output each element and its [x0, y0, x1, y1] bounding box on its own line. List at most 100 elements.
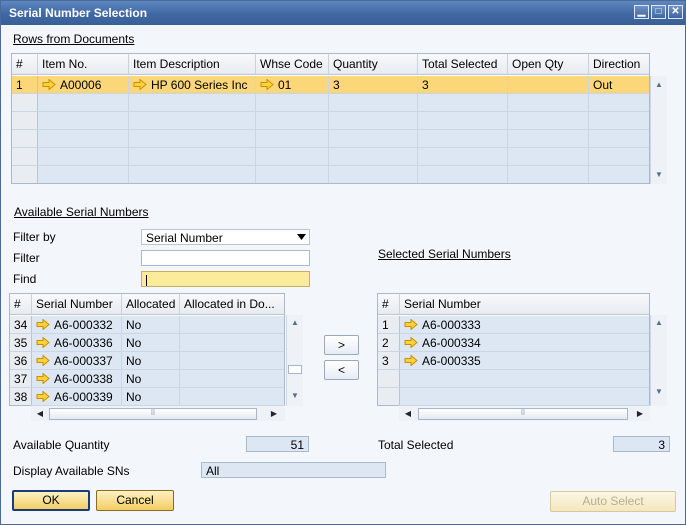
allocated-in-doc-cell[interactable]	[180, 334, 284, 352]
cancel-button[interactable]: Cancel	[96, 490, 174, 511]
empty-cell[interactable]	[129, 166, 256, 183]
allocated-cell[interactable]: No	[122, 352, 180, 370]
serial-number-cell[interactable]: A6-000337	[32, 352, 122, 370]
item-no-cell[interactable]: A00006	[38, 76, 129, 94]
row-number[interactable]: 36	[10, 352, 32, 370]
col-header-open-qty[interactable]: Open Qty	[508, 54, 589, 75]
empty-cell[interactable]	[589, 112, 649, 130]
total-selected-cell[interactable]: 3	[418, 76, 508, 94]
close-button[interactable]: ✕	[668, 5, 683, 19]
row-number[interactable]	[12, 148, 38, 166]
scroll-thumb[interactable]	[288, 365, 302, 374]
row-number[interactable]: 1	[12, 76, 38, 94]
scroll-up-icon[interactable]: ▲	[651, 316, 667, 330]
col-header-num[interactable]: #	[378, 294, 400, 315]
empty-cell[interactable]	[256, 148, 329, 166]
scroll-down-icon[interactable]: ▼	[651, 168, 667, 182]
empty-cell[interactable]	[418, 112, 508, 130]
empty-cell[interactable]	[418, 94, 508, 112]
maximize-button[interactable]: □	[651, 5, 666, 19]
serial-number-cell[interactable]: A6-000333	[400, 316, 649, 334]
allocated-cell[interactable]: No	[122, 316, 180, 334]
empty-cell[interactable]	[256, 112, 329, 130]
filter-by-select[interactable]: Serial Number	[141, 229, 310, 245]
scroll-down-icon[interactable]: ▼	[287, 389, 303, 403]
empty-cell[interactable]	[508, 130, 589, 148]
minimize-button[interactable]: ▁	[634, 5, 649, 19]
col-header-num[interactable]: #	[12, 54, 38, 75]
row-number[interactable]	[378, 388, 400, 405]
open-qty-cell[interactable]	[508, 76, 589, 94]
empty-cell[interactable]	[129, 148, 256, 166]
serial-number-cell[interactable]: A6-000332	[32, 316, 122, 334]
available-vertical-scrollbar[interactable]: ▲ ▼	[286, 315, 303, 406]
row-number[interactable]: 1	[378, 316, 400, 334]
link-arrow-icon[interactable]	[36, 373, 50, 384]
empty-cell[interactable]	[589, 148, 649, 166]
col-header-whse-code[interactable]: Whse Code	[256, 54, 329, 75]
col-header-item-description[interactable]: Item Description	[129, 54, 256, 75]
link-arrow-icon[interactable]	[133, 79, 147, 90]
empty-cell[interactable]	[508, 166, 589, 183]
link-arrow-icon[interactable]	[404, 355, 418, 366]
empty-cell[interactable]	[329, 94, 418, 112]
empty-cell[interactable]	[589, 130, 649, 148]
empty-cell[interactable]	[256, 94, 329, 112]
allocated-in-doc-cell[interactable]	[180, 316, 284, 334]
allocated-in-doc-cell[interactable]	[180, 388, 284, 405]
documents-vertical-scrollbar[interactable]: ▲ ▼	[650, 76, 667, 184]
col-header-allocated[interactable]: Allocated	[122, 294, 180, 315]
row-number[interactable]	[12, 94, 38, 112]
col-header-serial-number[interactable]: Serial Number	[400, 294, 649, 315]
empty-cell[interactable]	[589, 166, 649, 183]
empty-cell[interactable]	[38, 112, 129, 130]
allocated-cell[interactable]: No	[122, 370, 180, 388]
link-arrow-icon[interactable]	[36, 355, 50, 366]
empty-cell[interactable]	[329, 112, 418, 130]
empty-cell[interactable]	[418, 130, 508, 148]
ok-button[interactable]: OK	[12, 490, 90, 511]
auto-select-button[interactable]: Auto Select	[550, 491, 676, 512]
empty-cell[interactable]	[508, 148, 589, 166]
empty-cell[interactable]	[129, 130, 256, 148]
display-available-sns-value[interactable]: All	[201, 462, 386, 478]
empty-cell[interactable]	[400, 370, 649, 388]
serial-number-cell[interactable]: A6-000334	[400, 334, 649, 352]
find-input[interactable]	[141, 271, 310, 287]
serial-number-cell[interactable]: A6-000336	[32, 334, 122, 352]
empty-cell[interactable]	[589, 94, 649, 112]
row-number[interactable]: 3	[378, 352, 400, 370]
row-number[interactable]	[12, 112, 38, 130]
scroll-right-icon[interactable]: ▶	[633, 406, 647, 422]
empty-cell[interactable]	[38, 148, 129, 166]
empty-cell[interactable]	[508, 94, 589, 112]
selected-horizontal-scrollbar[interactable]: ◀ ⠿ ▶	[399, 405, 650, 421]
empty-cell[interactable]	[418, 166, 508, 183]
remove-serial-button[interactable]: <	[324, 360, 359, 380]
col-header-total-selected[interactable]: Total Selected	[418, 54, 508, 75]
link-arrow-icon[interactable]	[404, 319, 418, 330]
direction-cell[interactable]: Out	[589, 76, 649, 94]
row-number[interactable]: 34	[10, 316, 32, 334]
empty-cell[interactable]	[400, 388, 649, 405]
col-header-num[interactable]: #	[10, 294, 32, 315]
whse-code-cell[interactable]: 01	[256, 76, 329, 94]
scroll-up-icon[interactable]: ▲	[651, 78, 667, 92]
row-number[interactable]	[12, 130, 38, 148]
link-arrow-icon[interactable]	[42, 79, 56, 90]
scroll-left-icon[interactable]: ◀	[33, 406, 47, 422]
allocated-cell[interactable]: No	[122, 388, 180, 405]
quantity-cell[interactable]: 3	[329, 76, 418, 94]
add-serial-button[interactable]: >	[324, 335, 359, 355]
row-number[interactable]: 38	[10, 388, 32, 405]
col-header-allocated-in-doc[interactable]: Allocated in Do...	[180, 294, 284, 315]
scroll-thumb[interactable]: ⠿	[418, 408, 628, 420]
allocated-in-doc-cell[interactable]	[180, 370, 284, 388]
row-number[interactable]: 2	[378, 334, 400, 352]
empty-cell[interactable]	[38, 94, 129, 112]
serial-number-cell[interactable]: A6-000339	[32, 388, 122, 405]
scroll-left-icon[interactable]: ◀	[401, 406, 415, 422]
scroll-down-icon[interactable]: ▼	[651, 385, 667, 399]
row-number[interactable]	[12, 166, 38, 183]
serial-number-cell[interactable]: A6-000335	[400, 352, 649, 370]
